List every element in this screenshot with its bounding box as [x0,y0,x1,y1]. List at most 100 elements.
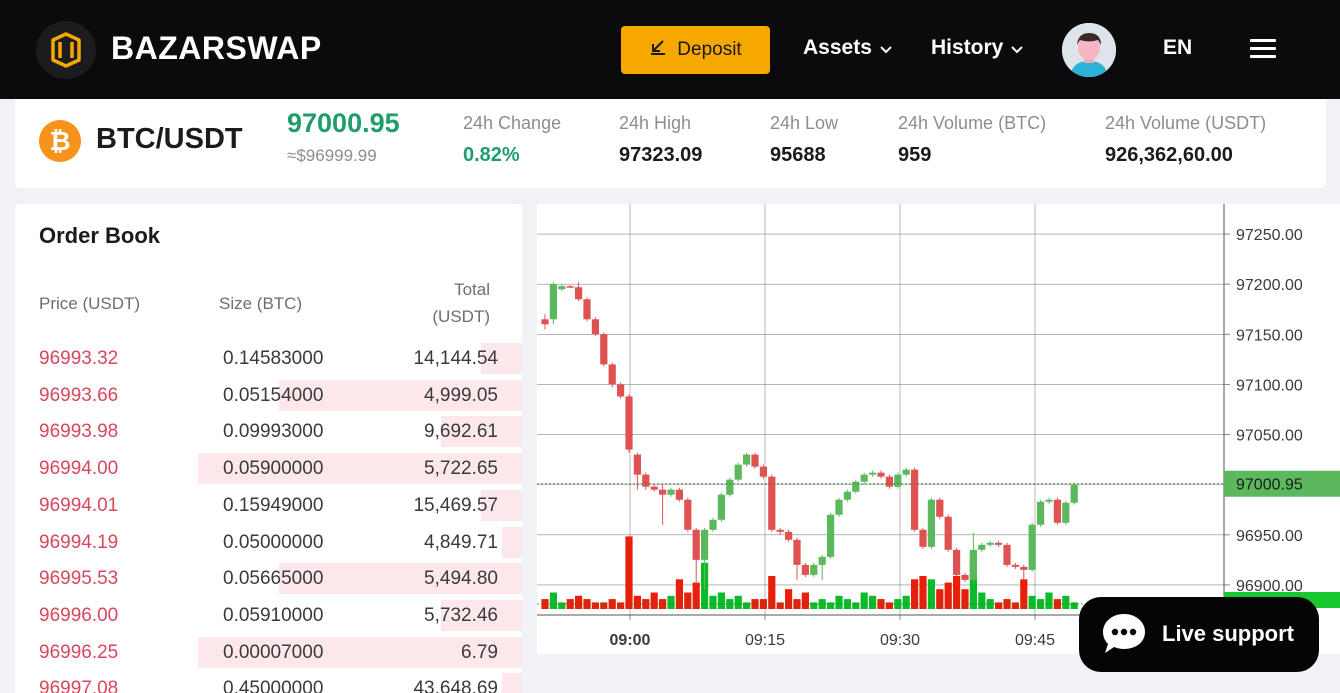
price-chart[interactable]: 97250.00 97200.00 97150.00 97100.00 97050.00… [537,204,1340,654]
volume-bar [885,602,893,609]
language-selector[interactable]: EN [1163,36,1192,60]
stat-24h-low: 24h Low 95688 [770,113,838,167]
candle-body [701,529,709,560]
order-size: 0.05910000 [223,604,324,626]
candle-body [978,544,986,550]
order-size: 0.05154000 [223,384,324,406]
order-size: 0.00007000 [223,641,324,663]
y-tick-label: 97050.00 [1236,428,1303,445]
volume-bar [860,592,868,609]
candle-body [835,499,843,515]
order-size: 0.05665000 [223,568,324,590]
x-tick-label: 09:45 [1015,632,1055,649]
nav-history-label: History [931,36,1004,59]
depth-bar [502,673,522,693]
order-size: 0.05900000 [223,458,324,480]
order-size: 0.15949000 [223,494,324,516]
user-avatar[interactable] [1062,23,1116,77]
depth-bar [502,526,522,558]
live-support-label: Live support [1162,621,1295,646]
order-book-title: Order Book [39,223,161,248]
order-total: 4,999.05 [424,384,498,406]
candle-body [1062,502,1070,523]
candlestick-chart[interactable]: 97250.00 97200.00 97150.00 97100.00 97050.00… [537,204,1340,654]
order-book-row[interactable]: 96997.08 0.45000000 43,648.69 [15,673,522,693]
candle-body [726,479,734,495]
nav-assets-label: Assets [803,36,872,59]
order-book-row[interactable]: 96994.01 0.15949000 15,469.57 [15,489,522,523]
nav-assets[interactable]: Assets [803,36,892,60]
deposit-button[interactable]: Deposit [621,26,770,74]
candle-body [969,549,977,580]
candle-body [810,564,818,575]
candle-body [667,489,675,495]
order-book-row[interactable]: 96993.66 0.05154000 4,999.05 [15,379,522,413]
bitcoin-icon: ₿ [39,120,81,162]
candle-body [1011,564,1019,567]
volume-bar [961,589,969,609]
order-book-row[interactable]: 96993.32 0.14583000 14,144.54 [15,343,522,376]
order-price: 96995.53 [39,568,119,590]
stat-label: 24h High [619,113,692,133]
stat-label: 24h Volume (USDT) [1105,113,1267,133]
live-support-button[interactable]: Live support [1079,597,1319,672]
order-book-row[interactable]: 96996.00 0.05910000 5,732.46 [15,599,522,633]
stat-label: 24h Volume (BTC) [898,113,1047,133]
candle-body [843,491,851,500]
candle-body [558,286,566,290]
approx-usd-price: ≈$96999.99 [287,146,377,165]
candle-body [902,469,910,475]
order-size: 0.09993000 [223,421,324,443]
nav-history[interactable]: History [931,36,1024,60]
candle-body [1070,484,1078,503]
volume-bar [675,579,683,609]
column-header-price: Price (USDT) [39,294,141,313]
order-book-row[interactable]: 96994.19 0.05000000 4,849.71 [15,526,522,560]
stat-24h-high: 24h High 97323.09 [619,113,702,167]
candle-body [650,486,658,490]
candle-body [734,464,742,480]
volume-bar [978,592,986,609]
order-book-row[interactable]: 96994.00 0.05900000 5,722.65 [15,453,522,486]
volume-bar [944,582,952,609]
candle-body [608,364,616,385]
order-book-row[interactable]: 96993.98 0.09993000 9,692.61 [15,416,522,449]
candle-body [642,474,650,487]
volume-bar [600,602,608,609]
candle-body [801,564,809,575]
candle-body [591,319,599,335]
candle-body [759,466,767,477]
candle-body [633,454,641,475]
candle-body [709,519,717,530]
column-header-total: Total (USDT) [432,276,490,330]
candle-body [944,516,952,550]
candle-body [995,542,1003,545]
y-tick-label: 97250.00 [1236,227,1303,244]
order-book-row[interactable]: 96995.53 0.05665000 5,494.80 [15,563,522,596]
chevron-down-icon [1011,36,1024,60]
stat-24h-volume-btc: 24h Volume (BTC) 959 [898,113,1046,167]
market-ticker: ₿ BTC/USDT 97000.95 ≈$96999.99 24h Chang… [15,99,1326,188]
order-total: 15,469.57 [413,494,498,516]
hamburger-menu-icon[interactable] [1250,39,1276,59]
trading-pair[interactable]: BTC/USDT [96,123,243,156]
candle-body [1053,499,1061,523]
arrow-down-left-icon [649,38,667,62]
candle-body [869,472,877,475]
order-total: 5,494.80 [424,568,498,590]
stat-24h-volume-usdt: 24h Volume (USDT) 926,362,60.00 [1105,113,1266,167]
order-price: 96993.98 [39,421,119,443]
order-book-panel: Order Book Price (USDT) Size (BTC) Total… [15,204,522,693]
volume-bar [995,602,1003,609]
volume-bar [692,582,700,609]
order-price: 96993.66 [39,384,119,406]
volume-bar [852,602,860,609]
candle-body [600,334,608,365]
order-size: 0.14583000 [223,348,324,369]
volume-bar [617,602,625,609]
volume-bar [1070,602,1078,609]
bazarswap-logo-icon[interactable] [36,21,96,79]
brand-name[interactable]: BAZARSWAP [111,30,322,67]
candle-body [1003,544,1011,565]
order-book-row[interactable]: 96996.25 0.00007000 6.79 [15,636,522,670]
